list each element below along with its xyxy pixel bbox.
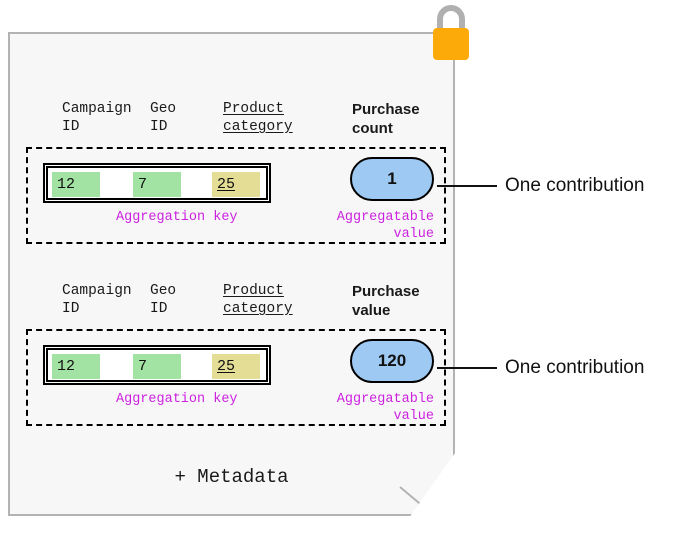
metadata-footer-label: + Metadata xyxy=(174,466,289,488)
annotation-aggregation-key: Aggregation key xyxy=(116,210,238,225)
column-header-campaign-id: Campaign ID xyxy=(62,101,132,135)
aggregation-key-box: 12 7 25 xyxy=(43,163,271,203)
key-cell-campaign-id: 12 xyxy=(52,172,100,197)
aggregatable-value-bubble: 120 xyxy=(350,339,434,383)
column-header-purchase-value: Purchase value xyxy=(352,283,420,319)
padlock-icon xyxy=(433,5,469,60)
callout-leader-line xyxy=(437,185,497,187)
key-cell-product-category: 25 xyxy=(212,354,260,379)
aggregation-key-box: 12 7 25 xyxy=(43,345,271,385)
column-header-campaign-id: Campaign ID xyxy=(62,283,132,317)
column-header-purchase-count: Purchase count xyxy=(352,101,420,137)
column-header-row: Campaign ID Geo ID Product category Purc… xyxy=(26,282,446,327)
contribution-dashed-boundary: 12 7 25 120 Aggregation key Aggregatable… xyxy=(26,329,446,426)
column-header-product-category: Product category xyxy=(223,283,293,317)
column-header-product-category: Product category xyxy=(223,101,293,135)
column-header-geo-id: Geo ID xyxy=(150,101,177,135)
column-header-row: Campaign ID Geo ID Product category Purc… xyxy=(26,100,446,145)
annotation-aggregation-key: Aggregation key xyxy=(116,392,238,407)
annotation-aggregatable-value: Aggregatable value xyxy=(336,392,434,424)
column-header-geo-id: Geo ID xyxy=(150,283,177,317)
annotation-aggregatable-value: Aggregatable value xyxy=(336,210,434,242)
report-card-body: Campaign ID Geo ID Product category Purc… xyxy=(10,34,455,516)
contribution-group: Campaign ID Geo ID Product category Purc… xyxy=(26,100,446,244)
callout-label: One contribution xyxy=(505,175,645,196)
contribution-group: Campaign ID Geo ID Product category Purc… xyxy=(26,282,446,426)
card-fold-line xyxy=(399,486,455,516)
key-cell-campaign-id: 12 xyxy=(52,354,100,379)
encrypted-report-card: Campaign ID Geo ID Product category Purc… xyxy=(8,32,455,516)
contribution-dashed-boundary: 12 7 25 1 Aggregation key Aggregatable v… xyxy=(26,147,446,244)
key-cell-geo-id: 7 xyxy=(133,354,181,379)
key-cell-geo-id: 7 xyxy=(133,172,181,197)
callout-leader-line xyxy=(437,367,497,369)
aggregatable-value-bubble: 1 xyxy=(350,157,434,201)
key-cell-product-category: 25 xyxy=(212,172,260,197)
callout-label: One contribution xyxy=(505,357,645,378)
